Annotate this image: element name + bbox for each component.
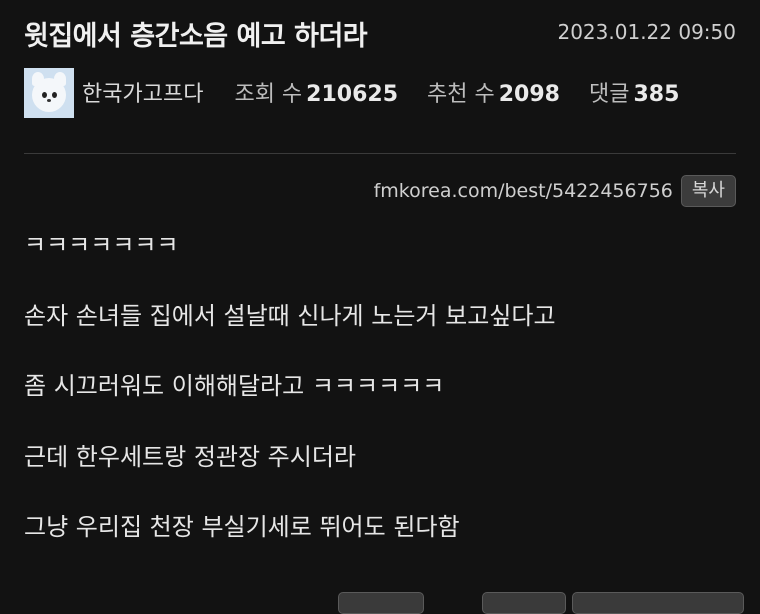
content-line: 근데 한우세트랑 정관장 주시더라	[24, 442, 357, 471]
bottom-button[interactable]	[572, 592, 744, 614]
bottom-button[interactable]	[338, 592, 424, 614]
post-header: 윗집에서 층간소음 예고 하더라 2023.01.22 09:50	[24, 14, 736, 54]
avatar-face	[32, 78, 66, 112]
permalink-url[interactable]: fmkorea.com/best/5422456756	[374, 180, 673, 202]
views-count: 210625	[306, 82, 399, 107]
recommend-count: 2098	[498, 82, 560, 107]
avatar-eye-right	[52, 92, 57, 98]
content-line: 좀 시끄러워도 이해해달라고 ㅋㅋㅋㅋㅋㅋ	[24, 372, 445, 400]
bottom-button[interactable]	[482, 592, 566, 614]
views-label: 조회 수	[234, 82, 303, 107]
copy-button[interactable]: 복사	[680, 175, 736, 207]
comments-count[interactable]: 385	[633, 82, 679, 107]
post-content: ㅋㅋㅋㅋㅋㅋㅋ 손자 손녀들 집에서 설날때 신나게 노는거 보고싶다고 좀 시…	[24, 226, 736, 579]
post-meta: 한국가고프다 조회 수 210625 추천 수 2098 댓글 385	[24, 68, 736, 120]
avatar[interactable]	[24, 68, 74, 118]
avatar-eye-left	[42, 92, 47, 98]
divider	[24, 153, 736, 154]
comments-label: 댓글	[588, 82, 630, 107]
post-date: 2023.01.22 09:50	[557, 20, 736, 44]
permalink-row: fmkorea.com/best/5422456756 복사	[374, 174, 736, 208]
author-nickname[interactable]: 한국가고프다	[82, 82, 203, 107]
bottom-action-bar	[0, 592, 760, 614]
avatar-nose	[47, 99, 51, 102]
content-line: ㅋㅋㅋㅋㅋㅋㅋ	[24, 231, 179, 259]
content-line: 그냥 우리집 천장 부실기세로 뛰어도 된다함	[24, 513, 460, 541]
content-line: 손자 손녀들 집에서 설날때 신나게 노는거 보고싶다고	[24, 301, 556, 330]
post-title: 윗집에서 층간소음 예고 하더라	[24, 21, 368, 52]
recommend-label: 추천 수	[427, 82, 495, 107]
meta-row: 한국가고프다 조회 수 210625 추천 수 2098 댓글 385	[82, 76, 701, 108]
